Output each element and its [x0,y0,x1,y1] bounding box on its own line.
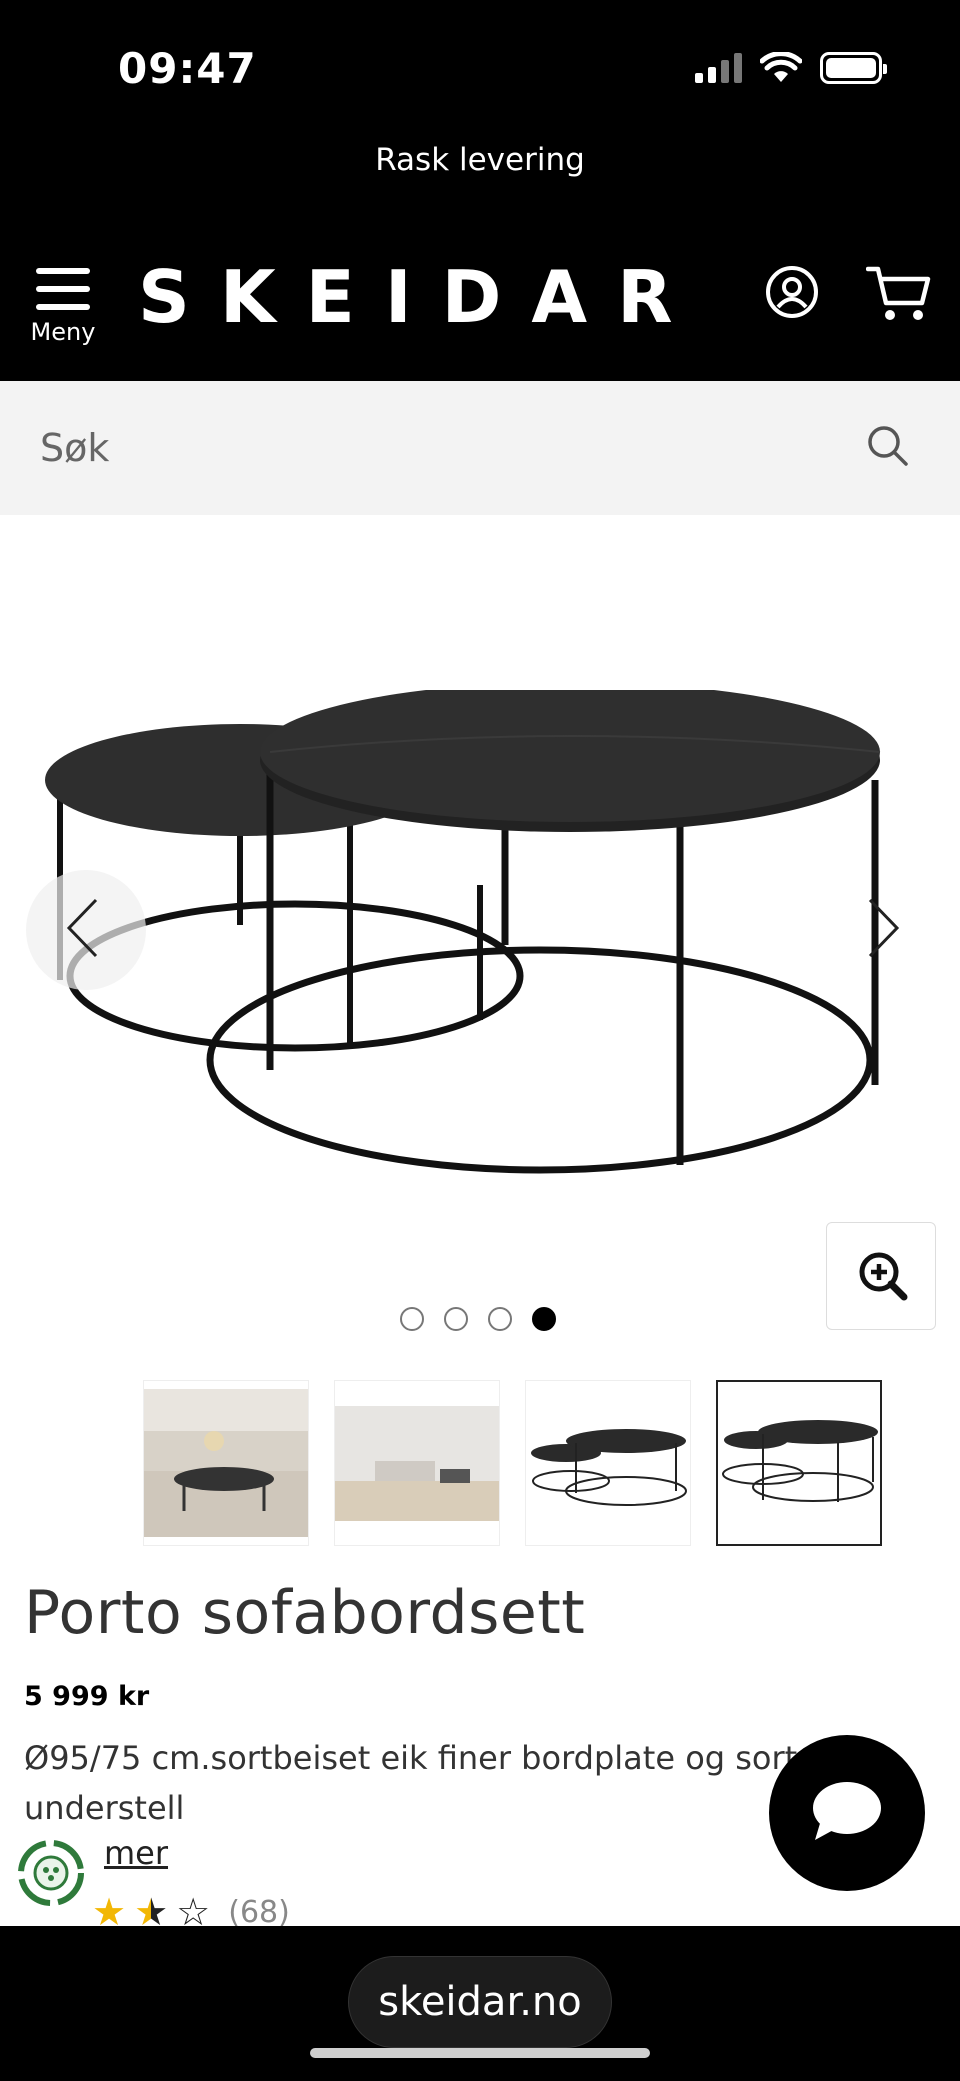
rating-count: (68) [228,1894,290,1930]
zoom-in-icon [859,1252,908,1301]
menu-icon [28,268,98,310]
next-image-button[interactable] [820,870,940,990]
zoom-button[interactable] [826,1222,936,1330]
chat-icon [813,1782,881,1840]
home-indicator[interactable] [310,2048,650,2058]
previous-image-button[interactable] [26,870,146,990]
cellular-signal-icon [695,53,742,83]
wifi-icon [760,52,802,82]
read-more-link[interactable]: mer [104,1834,168,1872]
pagination-dot[interactable] [444,1307,468,1331]
thumbnail-room-wide[interactable] [334,1380,500,1546]
thumbnail-strip [143,1380,882,1546]
menu-button[interactable]: Meny [28,268,98,358]
product-price: 5 999 kr [24,1681,150,1712]
gallery-pagination [400,1307,556,1331]
thumbnail-product-front[interactable] [525,1380,691,1546]
promo-banner[interactable]: Rask levering [0,142,960,178]
status-icons [695,52,887,84]
search-icon[interactable] [866,424,910,468]
eco-badge-icon[interactable] [16,1838,86,1908]
product-title: Porto sofabordsett [24,1578,586,1648]
top-header-area: 09:47 Rask levering Meny SKEIDAR [0,0,960,381]
pagination-dot[interactable] [400,1307,424,1331]
skeidar-logo[interactable]: SKEIDAR [138,255,703,339]
pagination-dot-active[interactable] [532,1307,556,1331]
user-icon[interactable] [765,265,819,319]
search-input[interactable] [0,381,960,515]
thumbnail-living-room[interactable] [143,1380,309,1546]
battery-icon [820,52,887,84]
search-bar [0,381,960,515]
chat-button[interactable] [769,1735,925,1891]
cart-icon[interactable] [866,263,932,323]
address-bar[interactable]: skeidar.no [348,1956,612,2048]
status-time: 09:47 [118,44,257,93]
chevron-right-icon [868,898,900,958]
pagination-dot[interactable] [488,1307,512,1331]
menu-label: Meny [30,318,96,346]
thumbnail-product-angle[interactable] [716,1380,882,1546]
product-photo [45,690,881,1174]
chevron-left-icon [66,898,98,958]
